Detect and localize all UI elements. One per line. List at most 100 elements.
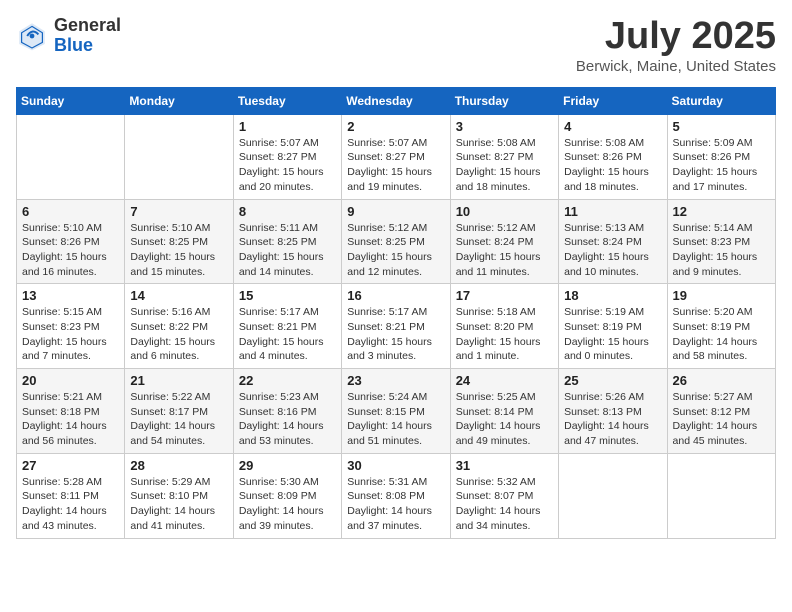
day-info: Sunrise: 5:16 AM Sunset: 8:22 PM Dayligh…: [130, 305, 227, 364]
calendar-cell: 30 Sunrise: 5:31 AM Sunset: 8:08 PM Dayli…: [342, 453, 450, 538]
day-info: Sunrise: 5:23 AM Sunset: 8:16 PM Dayligh…: [239, 390, 336, 449]
day-info: Sunrise: 5:14 AM Sunset: 8:23 PM Dayligh…: [673, 221, 770, 280]
day-info: Sunrise: 5:19 AM Sunset: 8:19 PM Dayligh…: [564, 305, 661, 364]
day-number: 25: [564, 373, 661, 388]
calendar-cell: 15Sunrise: 5:17 AM Sunset: 8:21 PM Dayli…: [233, 284, 341, 369]
calendar-cell: 3Sunrise: 5:08 AM Sunset: 8:27 PM Daylig…: [450, 114, 558, 199]
calendar-cell: 28Sunrise: 5:29 AM Sunset: 8:10 PM Dayli…: [125, 453, 233, 538]
day-number: 31: [456, 458, 553, 473]
calendar-body: 1Sunrise: 5:07 AM Sunset: 8:27 PM Daylig…: [17, 114, 776, 538]
weekday-header: Monday: [125, 87, 233, 114]
logo-text: General Blue: [54, 16, 121, 56]
calendar-cell: [559, 453, 667, 538]
day-number: 12: [673, 204, 770, 219]
weekday-header: Sunday: [17, 87, 125, 114]
day-number: 6: [22, 204, 119, 219]
calendar-cell: 10 Sunrise: 5:12 AM Sunset: 8:24 PM Dayli…: [450, 199, 558, 284]
weekday-header: Tuesday: [233, 87, 341, 114]
calendar-cell: 22Sunrise: 5:23 AM Sunset: 8:16 PM Dayli…: [233, 369, 341, 454]
calendar-week-row: 20 Sunrise: 5:21 AM Sunset: 8:18 PM Dayli…: [17, 369, 776, 454]
calendar-cell: 2 Sunrise: 5:07 AM Sunset: 8:27 PM Daylig…: [342, 114, 450, 199]
weekday-header: Thursday: [450, 87, 558, 114]
day-info: Sunrise: 5:21 AM Sunset: 8:18 PM Dayligh…: [22, 390, 119, 449]
calendar-cell: 4Sunrise: 5:08 AM Sunset: 8:26 PM Daylig…: [559, 114, 667, 199]
day-number: 11: [564, 204, 661, 219]
day-number: 16: [347, 288, 444, 303]
day-info: Sunrise: 5:24 AM Sunset: 8:15 PM Dayligh…: [347, 390, 444, 449]
calendar-cell: 26 Sunrise: 5:27 AM Sunset: 8:12 PM Dayli…: [667, 369, 775, 454]
day-info: Sunrise: 5:27 AM Sunset: 8:12 PM Dayligh…: [673, 390, 770, 449]
calendar-cell: 23 Sunrise: 5:24 AM Sunset: 8:15 PM Dayli…: [342, 369, 450, 454]
calendar-cell: 31 Sunrise: 5:32 AM Sunset: 8:07 PM Dayli…: [450, 453, 558, 538]
calendar-cell: [125, 114, 233, 199]
calendar-cell: 9 Sunrise: 5:12 AM Sunset: 8:25 PM Daylig…: [342, 199, 450, 284]
day-number: 18: [564, 288, 661, 303]
calendar-cell: 1Sunrise: 5:07 AM Sunset: 8:27 PM Daylig…: [233, 114, 341, 199]
calendar-cell: 19 Sunrise: 5:20 AM Sunset: 8:19 PM Dayli…: [667, 284, 775, 369]
day-number: 8: [239, 204, 336, 219]
calendar-cell: 20 Sunrise: 5:21 AM Sunset: 8:18 PM Dayli…: [17, 369, 125, 454]
day-info: Sunrise: 5:12 AM Sunset: 8:25 PM Dayligh…: [347, 221, 444, 280]
calendar-cell: 12 Sunrise: 5:14 AM Sunset: 8:23 PM Dayli…: [667, 199, 775, 284]
calendar-cell: 27 Sunrise: 5:28 AM Sunset: 8:11 PM Dayli…: [17, 453, 125, 538]
day-info: Sunrise: 5:29 AM Sunset: 8:10 PM Dayligh…: [130, 475, 227, 534]
day-info: Sunrise: 5:18 AM Sunset: 8:20 PM Dayligh…: [456, 305, 553, 364]
day-number: 24: [456, 373, 553, 388]
day-info: Sunrise: 5:07 AM Sunset: 8:27 PM Dayligh…: [239, 136, 336, 195]
calendar-header: SundayMondayTuesdayWednesdayThursdayFrid…: [17, 87, 776, 114]
calendar-table: SundayMondayTuesdayWednesdayThursdayFrid…: [16, 87, 776, 539]
day-number: 9: [347, 204, 444, 219]
weekday-header: Saturday: [667, 87, 775, 114]
day-number: 30: [347, 458, 444, 473]
page-title: July 2025: [576, 16, 776, 58]
day-number: 20: [22, 373, 119, 388]
day-number: 15: [239, 288, 336, 303]
day-info: Sunrise: 5:08 AM Sunset: 8:26 PM Dayligh…: [564, 136, 661, 195]
calendar-cell: 17Sunrise: 5:18 AM Sunset: 8:20 PM Dayli…: [450, 284, 558, 369]
day-info: Sunrise: 5:08 AM Sunset: 8:27 PM Dayligh…: [456, 136, 553, 195]
logo-icon: [16, 20, 48, 52]
day-info: Sunrise: 5:28 AM Sunset: 8:11 PM Dayligh…: [22, 475, 119, 534]
page-subtitle: Berwick, Maine, United States: [576, 58, 776, 75]
day-info: Sunrise: 5:09 AM Sunset: 8:26 PM Dayligh…: [673, 136, 770, 195]
calendar-cell: 11Sunrise: 5:13 AM Sunset: 8:24 PM Dayli…: [559, 199, 667, 284]
day-info: Sunrise: 5:22 AM Sunset: 8:17 PM Dayligh…: [130, 390, 227, 449]
calendar-cell: 25 Sunrise: 5:26 AM Sunset: 8:13 PM Dayli…: [559, 369, 667, 454]
day-number: 23: [347, 373, 444, 388]
day-info: Sunrise: 5:26 AM Sunset: 8:13 PM Dayligh…: [564, 390, 661, 449]
title-block: July 2025 Berwick, Maine, United States: [576, 16, 776, 75]
day-number: 10: [456, 204, 553, 219]
day-number: 29: [239, 458, 336, 473]
day-info: Sunrise: 5:11 AM Sunset: 8:25 PM Dayligh…: [239, 221, 336, 280]
logo-blue-text: Blue: [54, 36, 121, 56]
calendar-cell: 16 Sunrise: 5:17 AM Sunset: 8:21 PM Dayli…: [342, 284, 450, 369]
calendar-cell: 14 Sunrise: 5:16 AM Sunset: 8:22 PM Dayli…: [125, 284, 233, 369]
day-info: Sunrise: 5:17 AM Sunset: 8:21 PM Dayligh…: [347, 305, 444, 364]
day-info: Sunrise: 5:07 AM Sunset: 8:27 PM Dayligh…: [347, 136, 444, 195]
calendar-week-row: 6Sunrise: 5:10 AM Sunset: 8:26 PM Daylig…: [17, 199, 776, 284]
day-number: 7: [130, 204, 227, 219]
day-number: 14: [130, 288, 227, 303]
day-number: 2: [347, 119, 444, 134]
calendar-week-row: 1Sunrise: 5:07 AM Sunset: 8:27 PM Daylig…: [17, 114, 776, 199]
weekday-header: Wednesday: [342, 87, 450, 114]
day-info: Sunrise: 5:15 AM Sunset: 8:23 PM Dayligh…: [22, 305, 119, 364]
calendar-cell: 5 Sunrise: 5:09 AM Sunset: 8:26 PM Daylig…: [667, 114, 775, 199]
day-number: 26: [673, 373, 770, 388]
day-number: 5: [673, 119, 770, 134]
day-number: 21: [130, 373, 227, 388]
day-number: 19: [673, 288, 770, 303]
day-info: Sunrise: 5:32 AM Sunset: 8:07 PM Dayligh…: [456, 475, 553, 534]
day-number: 27: [22, 458, 119, 473]
calendar-week-row: 27 Sunrise: 5:28 AM Sunset: 8:11 PM Dayli…: [17, 453, 776, 538]
day-info: Sunrise: 5:20 AM Sunset: 8:19 PM Dayligh…: [673, 305, 770, 364]
calendar-cell: 18 Sunrise: 5:19 AM Sunset: 8:19 PM Dayli…: [559, 284, 667, 369]
calendar-cell: 8 Sunrise: 5:11 AM Sunset: 8:25 PM Daylig…: [233, 199, 341, 284]
calendar-cell: 7 Sunrise: 5:10 AM Sunset: 8:25 PM Daylig…: [125, 199, 233, 284]
day-info: Sunrise: 5:12 AM Sunset: 8:24 PM Dayligh…: [456, 221, 553, 280]
calendar-cell: 13Sunrise: 5:15 AM Sunset: 8:23 PM Dayli…: [17, 284, 125, 369]
day-info: Sunrise: 5:31 AM Sunset: 8:08 PM Dayligh…: [347, 475, 444, 534]
calendar-cell: 24Sunrise: 5:25 AM Sunset: 8:14 PM Dayli…: [450, 369, 558, 454]
day-info: Sunrise: 5:30 AM Sunset: 8:09 PM Dayligh…: [239, 475, 336, 534]
day-info: Sunrise: 5:10 AM Sunset: 8:25 PM Dayligh…: [130, 221, 227, 280]
